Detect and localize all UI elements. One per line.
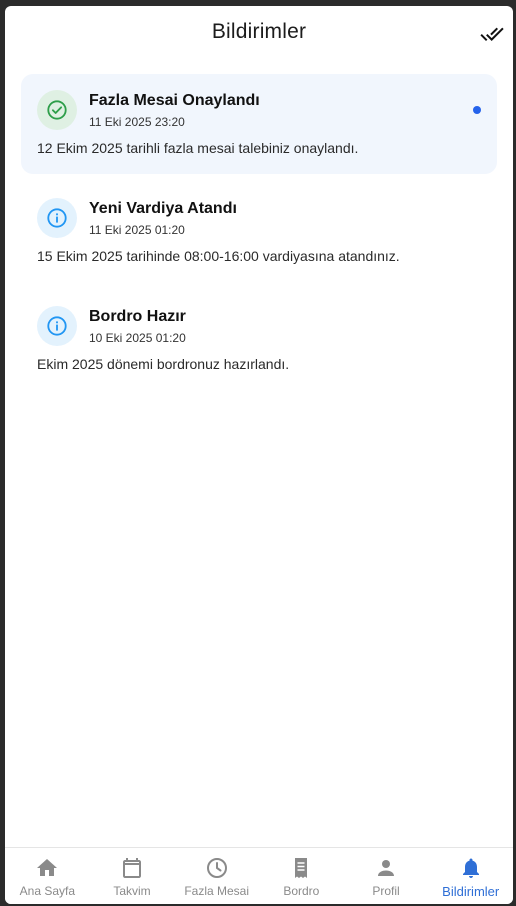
nav-label: Ana Sayfa [19, 884, 76, 898]
notification-list: Fazla Mesai Onaylandı 11 Eki 2025 23:20 … [21, 74, 497, 390]
nav-item-fazla-mesai[interactable]: Fazla Mesai [174, 848, 259, 904]
notification-card[interactable]: Bordro Hazır 10 Eki 2025 01:20 Ekim 2025… [21, 290, 497, 390]
nav-label: Profil [372, 884, 400, 898]
nav-item-ana-sayfa[interactable]: Ana Sayfa [5, 848, 90, 904]
info-icon [47, 208, 67, 228]
app-bar: Bildirimler [5, 6, 513, 62]
nav-label: Bildirimler [442, 884, 500, 899]
nav-item-profil[interactable]: Profil [344, 848, 429, 904]
notification-icon-wrap [37, 306, 77, 346]
info-icon [47, 316, 67, 336]
home-icon [35, 856, 59, 880]
clock-icon [205, 856, 229, 880]
receipt-icon [289, 856, 313, 880]
check-circle-icon [47, 100, 67, 120]
notification-time: 10 Eki 2025 01:20 [89, 331, 186, 345]
notification-time: 11 Eki 2025 01:20 [89, 223, 185, 237]
calendar-icon [120, 856, 144, 880]
nav-label: Takvim [113, 884, 151, 898]
done-all-icon [480, 27, 504, 41]
nav-item-takvim[interactable]: Takvim [90, 848, 175, 904]
notification-body: 15 Ekim 2025 tarihinde 08:00-16:00 vardi… [37, 248, 400, 264]
bottom-navigation: Ana Sayfa Takvim Fazla Mesai Bordro Prof… [5, 847, 513, 904]
notification-title: Yeni Vardiya Atandı [89, 200, 237, 217]
notification-title: Fazla Mesai Onaylandı [89, 92, 260, 109]
notification-icon-wrap [37, 198, 77, 238]
notification-time: 11 Eki 2025 23:20 [89, 115, 185, 129]
notification-card[interactable]: Yeni Vardiya Atandı 11 Eki 2025 01:20 15… [21, 182, 497, 282]
notification-card[interactable]: Fazla Mesai Onaylandı 11 Eki 2025 23:20 … [21, 74, 497, 174]
unread-dot [473, 106, 481, 114]
nav-item-bordro[interactable]: Bordro [259, 848, 344, 904]
app-screen: Bildirimler Fazla Mesai Onaylandı 11 Eki… [5, 6, 513, 904]
mark-all-read-button[interactable] [477, 22, 507, 46]
notification-icon-wrap [37, 90, 77, 130]
notification-title: Bordro Hazır [89, 308, 186, 325]
nav-label: Bordro [283, 884, 320, 898]
page-title: Bildirimler [211, 20, 307, 43]
nav-item-bildirimler[interactable]: Bildirimler [428, 848, 513, 904]
nav-label: Fazla Mesai [184, 884, 250, 898]
person-icon [374, 856, 398, 880]
notification-body: 12 Ekim 2025 tarihli fazla mesai talebin… [37, 140, 359, 156]
bell-icon [459, 856, 483, 880]
notification-body: Ekim 2025 dönemi bordronuz hazırlandı. [37, 356, 290, 372]
